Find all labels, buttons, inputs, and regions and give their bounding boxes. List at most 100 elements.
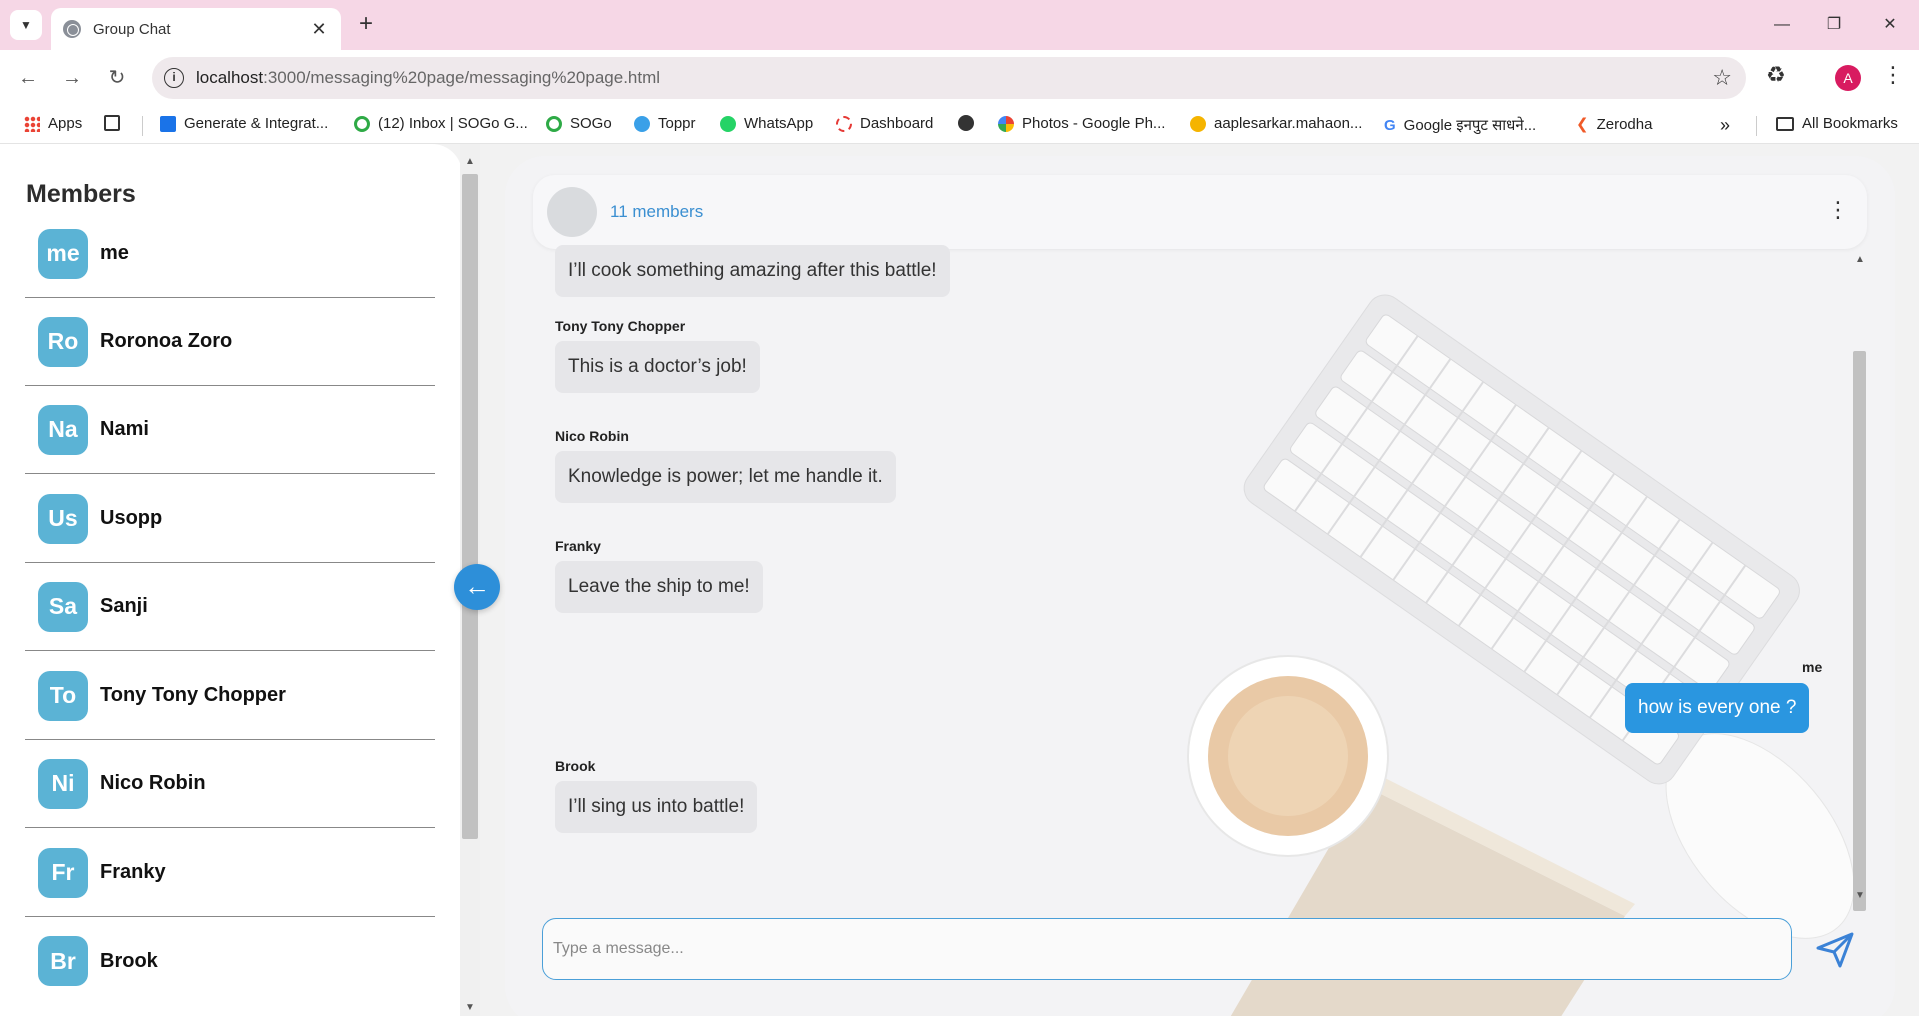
chat-scrollbar-thumb[interactable] (1853, 351, 1866, 911)
bookmark-toppr[interactable]: Toppr (634, 115, 696, 132)
member-name: Franky (100, 861, 166, 883)
message-sender: Franky (555, 538, 601, 554)
member-item[interactable]: Ni Nico Robin (25, 740, 435, 828)
window-close-icon[interactable]: ✕ (1870, 10, 1910, 40)
more-options-icon[interactable]: ⋮ (1827, 197, 1849, 223)
message-bubble: This is a doctor’s job! (555, 341, 760, 393)
zerodha-icon: ❮ (1576, 116, 1589, 133)
members-sidebar: Members me me Ro Roronoa Zoro Na Nami Us… (0, 144, 462, 1016)
member-item[interactable]: Us Usopp (25, 475, 435, 563)
chat-panel: 11 members ⋮ I’ll cook something amazing… (505, 156, 1895, 1016)
minimize-icon[interactable]: — (1762, 10, 1802, 40)
address-bar[interactable]: i localhost:3000/messaging%20page/messag… (152, 57, 1746, 99)
member-name: me (100, 242, 129, 264)
avatar: Na (38, 404, 88, 455)
bookmark-globe[interactable] (958, 115, 974, 131)
more-bookmarks-icon[interactable]: » (1720, 115, 1730, 136)
member-name: Nami (100, 418, 149, 440)
bookmark-zerodha[interactable]: ❮ Zerodha (1576, 115, 1652, 134)
forward-icon[interactable]: → (56, 62, 88, 94)
member-item[interactable]: me me (25, 210, 435, 298)
page-content: Members me me Ro Roronoa Zoro Na Nami Us… (0, 144, 1919, 1016)
bookmark-inbox[interactable]: (12) Inbox | SOGo G... (354, 115, 528, 132)
bookmark-google-input[interactable]: G Google इनपुट साधने... (1384, 115, 1536, 135)
member-name: Sanji (100, 595, 148, 617)
member-count[interactable]: 11 members (610, 202, 703, 222)
scroll-down-icon[interactable]: ▼ (465, 1002, 475, 1013)
avatar: Ro (38, 316, 88, 367)
bookmark-aaplesarkar[interactable]: aaplesarkar.mahaon... (1190, 115, 1362, 132)
sidebar-scrollbar-thumb[interactable] (462, 174, 478, 839)
new-tab-button[interactable]: + (352, 11, 380, 39)
member-item[interactable]: Sa Sanji (25, 563, 435, 651)
tab-search-button[interactable]: ▼ (10, 10, 42, 40)
sidebar-title: Members (26, 180, 136, 208)
bookmark-dashboard[interactable]: Dashboard (836, 115, 933, 132)
member-name: Usopp (100, 507, 163, 529)
sogo-icon (354, 115, 370, 132)
folder-icon (1776, 116, 1794, 131)
message-bubble: I’ll cook something amazing after this b… (555, 245, 950, 297)
member-name: Brook (100, 949, 158, 972)
info-icon[interactable]: i (164, 68, 184, 88)
sogo-icon (546, 115, 562, 132)
message-sender: Tony Tony Chopper (555, 318, 686, 334)
tab-strip: ▼ Group Chat ✕ + — ❐ ✕ (0, 0, 1919, 50)
tab-group-chat[interactable]: Group Chat ✕ (51, 8, 341, 50)
bookmarks-bar: Apps Generate & Integrat... (12) Inbox |… (0, 106, 1919, 144)
tab-grid-icon[interactable] (104, 115, 120, 131)
bookmark-apps[interactable]: Apps (24, 115, 82, 132)
bookmark-separator (142, 116, 143, 136)
avatar: me (38, 228, 88, 279)
member-item[interactable]: Ro Roronoa Zoro (25, 298, 435, 386)
member-item[interactable]: To Tony Tony Chopper (25, 652, 435, 740)
generate-icon (160, 115, 176, 132)
member-name: Tony Tony Chopper (100, 684, 286, 706)
browser-menu-icon[interactable]: ⋮ (1882, 62, 1904, 88)
avatar: Us (38, 493, 88, 544)
browser-toolbar: ← → ↻ i localhost:3000/messaging%20page/… (0, 50, 1919, 106)
message-sender: Nico Robin (555, 428, 629, 444)
message-list: I’ll cook something amazing after this b… (505, 245, 1895, 892)
close-icon[interactable]: ✕ (309, 19, 329, 40)
scroll-down-icon[interactable]: ▼ (1855, 890, 1865, 901)
bookmark-photos[interactable]: Photos - Google Ph... (998, 115, 1165, 132)
message-sender: me (1802, 659, 1823, 675)
message-input[interactable] (553, 935, 1773, 963)
bookmark-separator (1756, 116, 1757, 136)
scroll-up-icon[interactable]: ▲ (1855, 254, 1865, 265)
member-item[interactable]: Na Nami (25, 386, 435, 474)
aaplesarkar-icon (1190, 115, 1206, 132)
message-bubble: Knowledge is power; let me handle it. (555, 451, 896, 503)
avatar: To (38, 670, 88, 721)
group-avatar[interactable] (547, 187, 597, 237)
collapse-sidebar-button[interactable]: ← (454, 564, 500, 610)
reload-icon[interactable]: ↻ (101, 62, 133, 94)
profile-avatar[interactable]: A (1835, 65, 1861, 91)
whatsapp-icon (720, 115, 736, 132)
restore-icon[interactable]: ❐ (1814, 10, 1854, 40)
message-composer (542, 918, 1792, 980)
globe-icon (63, 20, 81, 38)
avatar: Br (38, 936, 88, 986)
apps-grid-icon (24, 115, 40, 132)
all-bookmarks[interactable]: All Bookmarks (1776, 115, 1898, 132)
member-name: Roronoa Zoro (100, 330, 233, 352)
member-item[interactable]: Br Brook (25, 917, 435, 1005)
bookmark-sogo[interactable]: SOGo (546, 115, 612, 132)
bookmark-star-icon[interactable]: ☆ (1712, 65, 1732, 91)
bookmark-whatsapp[interactable]: WhatsApp (720, 115, 813, 132)
my-message-bubble: how is every one ? (1625, 683, 1810, 733)
back-icon[interactable]: ← (12, 62, 44, 94)
dashboard-icon (836, 115, 852, 132)
member-item[interactable]: Fr Franky (25, 829, 435, 917)
extensions-icon[interactable]: ♻ (1766, 62, 1786, 88)
message-sender: Brook (555, 758, 596, 774)
scroll-up-icon[interactable]: ▲ (465, 156, 475, 167)
chat-header: 11 members ⋮ (533, 175, 1867, 249)
avatar: Fr (38, 847, 88, 898)
avatar: Ni (38, 758, 88, 809)
toppr-icon (634, 115, 650, 132)
bookmark-generate[interactable]: Generate & Integrat... (160, 115, 328, 132)
send-icon[interactable] (1810, 924, 1860, 974)
